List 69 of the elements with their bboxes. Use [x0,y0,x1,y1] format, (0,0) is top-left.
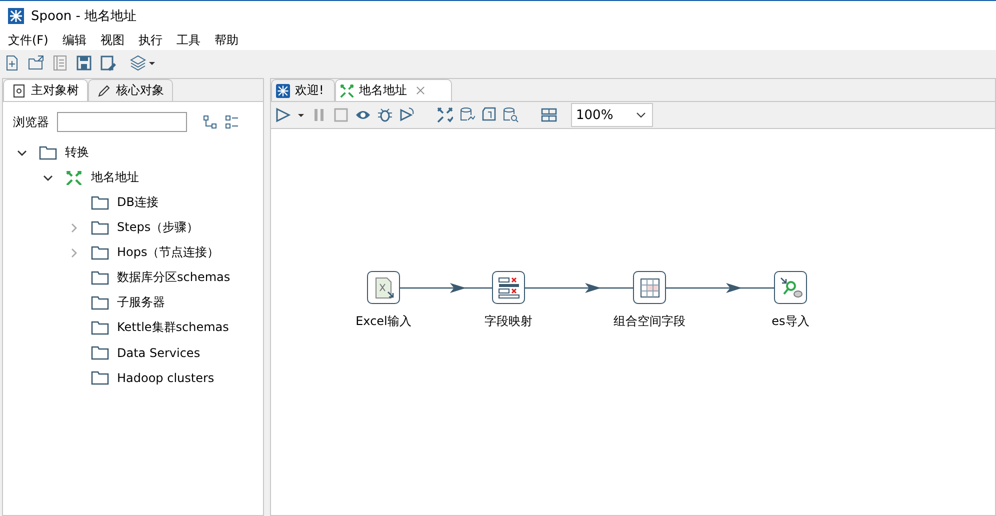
tree-item[interactable]: Kettle集群schemas [117,319,229,336]
grid-icon [638,276,662,300]
hierarchy-icon[interactable] [203,115,217,129]
panel-tab[interactable]: 主对象树 [3,79,88,101]
menu-item[interactable]: 帮助 [214,32,238,48]
pencil-icon [97,84,111,98]
tree-item[interactable]: Hops（节点连接） [117,244,220,261]
menu-item[interactable]: 视图 [100,32,124,48]
app-logo-icon [276,84,290,98]
folder-icon [91,346,109,360]
run-icon[interactable] [275,107,291,123]
tree-item[interactable]: Steps（步骤） [117,219,199,236]
debug-bug-icon[interactable] [377,107,393,123]
folder-icon [91,270,109,284]
step-label: 组合空间字段 [614,313,686,330]
menu-item[interactable]: 执行 [138,32,162,48]
editor-tab[interactable]: 欢迎! [271,79,335,101]
list-icon[interactable] [225,115,239,129]
grid-layout-icon[interactable] [541,107,557,123]
new-file-icon[interactable] [4,55,20,71]
impact-icon[interactable] [459,107,475,123]
step-node[interactable] [774,271,807,304]
tree-item[interactable]: Hadoop clusters [117,370,214,384]
step-node[interactable] [492,271,525,304]
document-search-icon [12,84,26,98]
step-label: 字段映射 [484,313,532,330]
editor-tab[interactable]: 地名地址 [334,79,452,101]
field-mapping-icon [496,276,520,300]
browser-label: 浏览器 [13,114,49,130]
panel-tab[interactable]: 核心对象 [88,79,173,101]
step-node[interactable] [633,271,666,304]
replay-icon[interactable] [399,107,415,123]
search-icon [778,276,802,300]
folder-icon [91,296,109,310]
tree-item[interactable]: 数据库分区schemas [117,269,230,286]
save-icon[interactable] [76,55,92,71]
app-logo-icon [8,8,24,24]
sql-script-icon[interactable] [481,107,497,123]
tree-item[interactable]: 转换 [65,144,89,161]
transformation-icon [65,170,83,184]
collapse-icon[interactable] [43,172,53,182]
save-as-icon[interactable] [100,55,116,71]
folder-icon [91,320,109,334]
database-search-icon[interactable] [503,107,519,123]
layers-icon[interactable] [130,55,156,71]
chevron-down-icon [636,112,646,118]
transformation-icon [340,84,354,98]
close-icon[interactable] [416,86,425,95]
step-label: es导入 [772,313,810,330]
collapse-icon[interactable] [17,148,27,158]
step-label: Excel输入 [356,313,412,330]
menu-item[interactable]: 文件(F) [8,32,48,48]
window-title: Spoon - 地名地址 [31,8,137,24]
zoom-dropdown[interactable]: 100% [571,103,653,127]
folder-icon [91,196,109,210]
tree-item[interactable]: DB连接 [117,194,158,211]
step-node[interactable] [367,271,400,304]
tree-item[interactable]: 子服务器 [117,294,165,311]
folder-icon [91,370,109,384]
menu-item[interactable]: 工具 [176,32,200,48]
folder-icon [91,220,109,234]
verify-icon[interactable] [437,107,453,123]
tree-item[interactable]: 地名地址 [91,169,139,186]
folder-icon [39,146,57,160]
tree-item[interactable]: Data Services [117,346,200,360]
menu-item[interactable]: 编辑 [62,32,86,48]
folder-icon [91,246,109,260]
search-field[interactable] [57,112,187,132]
open-folder-icon[interactable] [28,55,44,71]
